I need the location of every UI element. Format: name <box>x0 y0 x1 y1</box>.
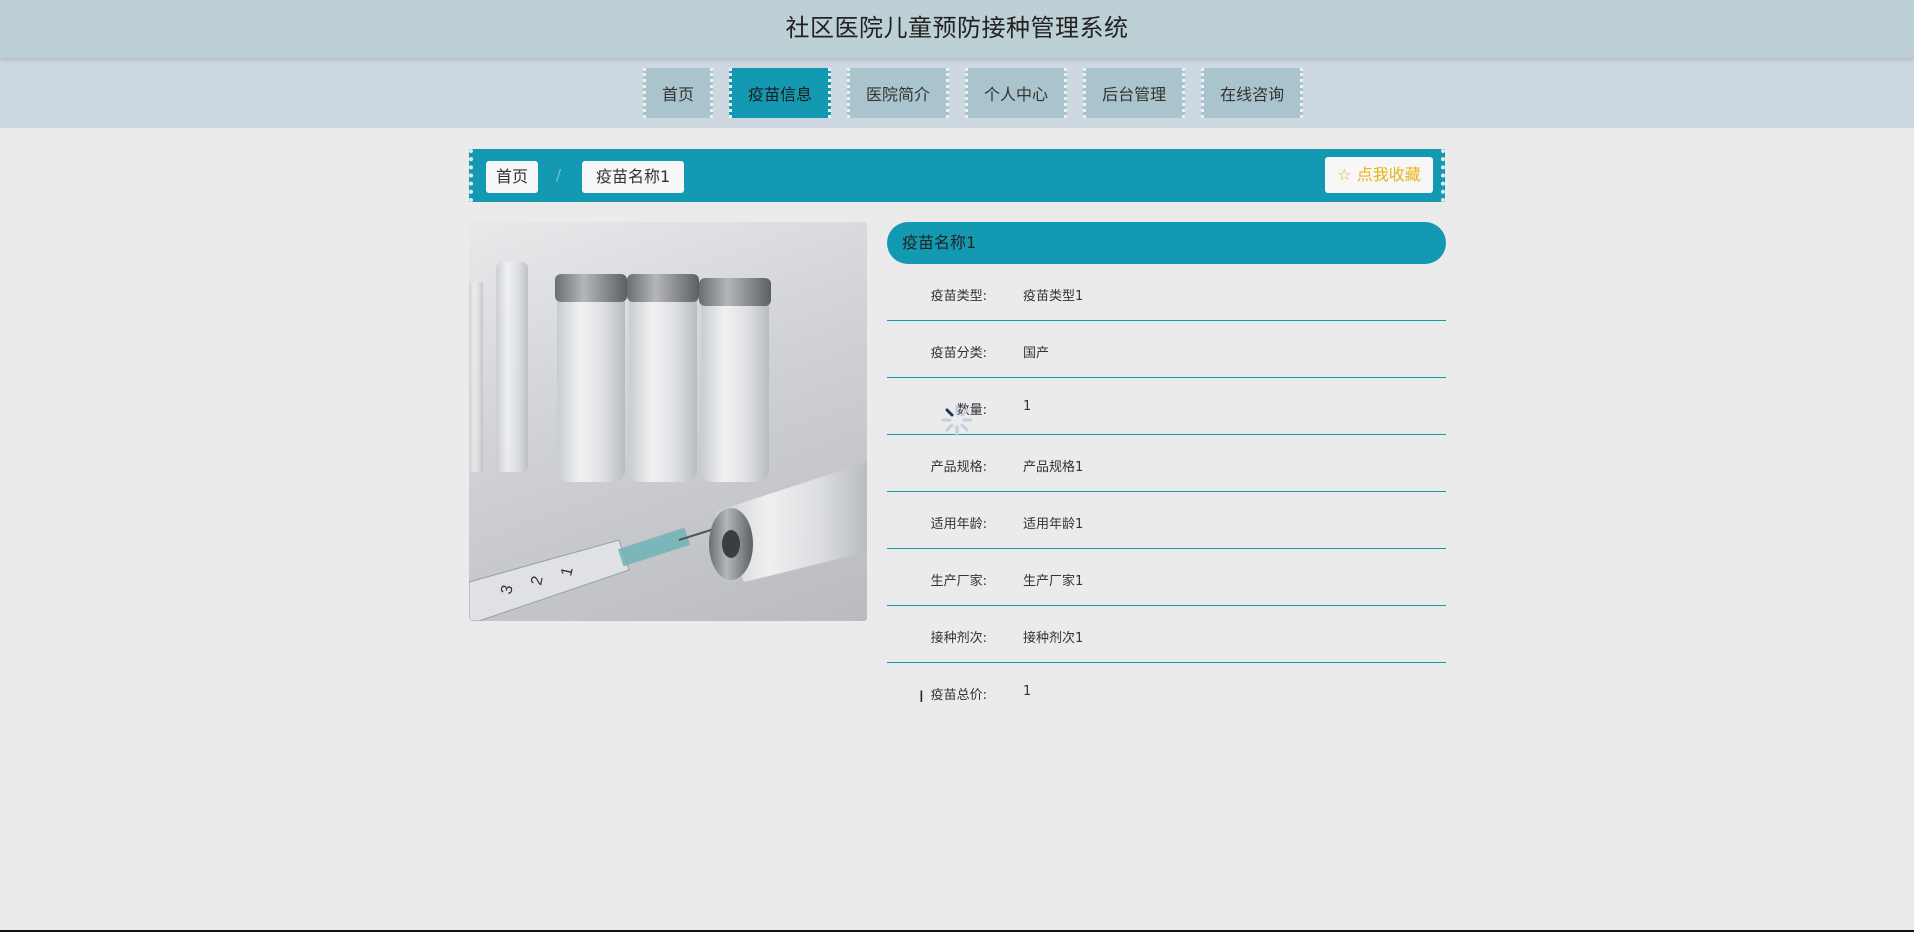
favorite-button[interactable]: ☆ 点我收藏 <box>1325 157 1433 193</box>
nav-item-personal-center[interactable]: 个人中心 <box>965 68 1068 118</box>
nav-item-admin[interactable]: 后台管理 <box>1083 68 1186 118</box>
detail-value: 1 <box>1023 399 1032 414</box>
nav-item-home[interactable]: 首页 <box>643 68 714 118</box>
detail-row-manufacturer: 生产厂家: 生产厂家1 <box>887 549 1446 606</box>
detail-value: 生产厂家1 <box>1023 574 1084 589</box>
detail-value: 适用年龄1 <box>1023 517 1084 532</box>
detail-label: 疫苗类型: <box>930 289 987 304</box>
site-header: 社区医院儿童预防接种管理系统 <box>0 0 1914 58</box>
detail-label: 适用年龄: <box>930 517 987 532</box>
detail-label: 生产厂家: <box>930 574 987 589</box>
detail-label: 疫苗总价: <box>930 688 987 703</box>
vaccine-illustration: 1 2 3 <box>469 262 867 621</box>
breadcrumb-home-link[interactable]: 首页 <box>486 161 539 193</box>
detail-row-vaccine-category: 疫苗分类: 国产 <box>887 321 1446 378</box>
nav-item-vaccine-info[interactable]: 疫苗信息 <box>729 68 832 118</box>
breadcrumb-current[interactable]: 疫苗名称1 <box>582 161 685 193</box>
site-title: 社区医院儿童预防接种管理系统 <box>785 14 1129 42</box>
detail-label: 疫苗分类: <box>930 346 987 361</box>
detail-value: 产品规格1 <box>1023 460 1084 475</box>
nav-list: 首页 疫苗信息 医院简介 个人中心 后台管理 在线咨询 <box>643 68 1304 118</box>
vaccine-detail-panel: 疫苗名称1 疫苗类型: 疫苗类型1 疫苗分类: 国产 数量: 1 产品规格: 产… <box>887 222 1446 720</box>
detail-row-applicable-age: 适用年龄: 适用年龄1 <box>887 492 1446 549</box>
detail-value: 接种剂次1 <box>1023 631 1084 646</box>
detail-label: 产品规格: <box>930 460 987 475</box>
detail-row-total-price: 疫苗总价: 1 <box>887 663 1446 720</box>
vaccine-name-heading: 疫苗名称1 <box>887 222 1446 264</box>
text-cursor-icon: I <box>919 687 924 706</box>
detail-value: 国产 <box>1023 346 1050 361</box>
detail-row-specification: 产品规格: 产品规格1 <box>887 435 1446 492</box>
star-outline-icon: ☆ <box>1337 165 1352 184</box>
detail-value: 1 <box>1023 684 1032 699</box>
nav-item-hospital-intro[interactable]: 医院简介 <box>847 68 950 118</box>
detail-row-vaccine-type: 疫苗类型: 疫苗类型1 <box>887 264 1446 321</box>
detail-label: 接种剂次: <box>930 631 987 646</box>
main-nav: 首页 疫苗信息 医院简介 个人中心 后台管理 在线咨询 <box>0 58 1914 128</box>
favorite-label: 点我收藏 <box>1356 165 1421 184</box>
detail-row-doses: 接种剂次: 接种剂次1 <box>887 606 1446 663</box>
detail-value: 疫苗类型1 <box>1023 289 1084 304</box>
breadcrumb: 首页 / 疫苗名称1 ☆ 点我收藏 <box>469 149 1445 202</box>
nav-item-online-consult[interactable]: 在线咨询 <box>1201 68 1304 118</box>
product-image: 1 2 3 <box>469 222 867 621</box>
loading-spinner-icon <box>941 404 973 436</box>
breadcrumb-separator: / <box>556 166 562 184</box>
